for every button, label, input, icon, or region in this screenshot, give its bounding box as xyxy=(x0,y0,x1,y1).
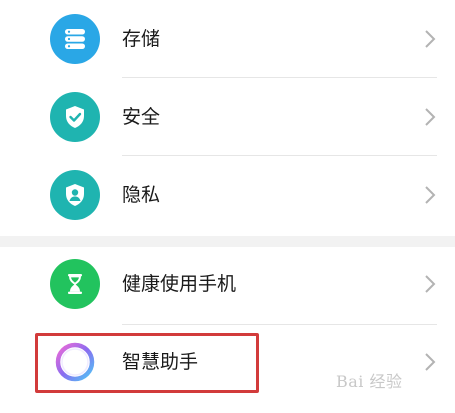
settings-item-label: 健康使用手机 xyxy=(122,273,237,295)
settings-item-digital-balance[interactable]: 健康使用手机 xyxy=(0,247,455,325)
watermark-text: Bai 经验 xyxy=(336,372,403,391)
chevron-right-icon xyxy=(425,108,436,126)
settings-item-label: 安全 xyxy=(122,106,161,128)
chevron-right-icon xyxy=(425,275,436,293)
privacy-shield-user-icon xyxy=(50,170,100,220)
highlight-box xyxy=(35,333,259,393)
hourglass-icon xyxy=(50,259,100,309)
settings-item-privacy[interactable]: 隐私 xyxy=(0,156,455,234)
shield-check-icon xyxy=(50,92,100,142)
settings-item-label: 隐私 xyxy=(122,184,161,206)
chevron-right-icon xyxy=(425,186,436,204)
storage-icon xyxy=(50,14,100,64)
chevron-right-icon xyxy=(425,353,436,371)
settings-item-label: 存储 xyxy=(122,28,161,50)
chevron-right-icon xyxy=(425,30,436,48)
settings-item-security[interactable]: 安全 xyxy=(0,78,455,156)
settings-item-storage[interactable]: 存储 xyxy=(0,0,455,78)
